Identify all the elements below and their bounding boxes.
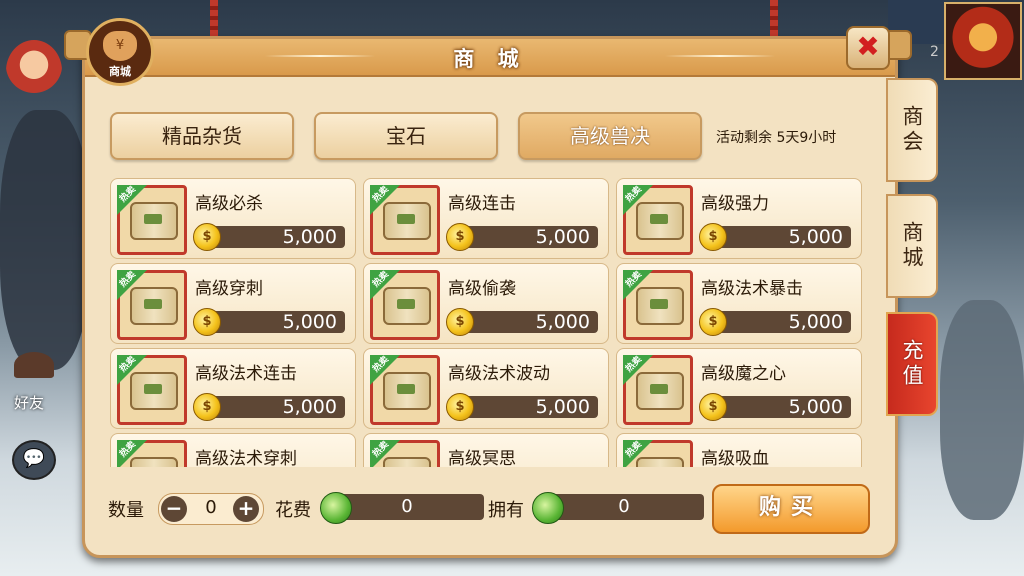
item-price: 5,000 [717, 311, 851, 333]
category-tab-skills[interactable]: 高级兽决 [518, 112, 702, 160]
money-bag-icon: ¥ [103, 31, 137, 61]
item-name: 高级法术穿刺 [195, 449, 297, 467]
item-grid[interactable]: 热卖 高级必杀 5,000 $ 热卖 高级连击 5,000 $ 热卖 高级强力 5,000 $ 热卖 高级… [110, 178, 864, 467]
status-number: 2 [930, 44, 939, 60]
skill-book-icon: 热卖 [623, 440, 693, 467]
shop-item-card[interactable]: 热卖 高级穿刺 5,000 $ [110, 263, 356, 344]
item-price: 5,000 [717, 396, 851, 418]
chat-icon[interactable]: 💬 [12, 440, 56, 480]
shop-emblem-icon: ¥ 商城 [86, 18, 154, 86]
fortune-god-icon[interactable] [6, 40, 62, 102]
gold-coin-icon: $ [699, 393, 727, 421]
jade-currency-icon [532, 492, 564, 524]
item-name: 高级连击 [448, 194, 516, 214]
close-button[interactable]: ✖ [846, 26, 890, 70]
item-price: 5,000 [464, 396, 598, 418]
item-name: 高级偷袭 [448, 279, 516, 299]
gold-coin-icon: $ [193, 308, 221, 336]
skill-book-icon: 热卖 [623, 185, 693, 255]
skill-book-icon: 热卖 [370, 355, 440, 425]
title-ornament [665, 55, 775, 57]
quantity-value[interactable]: 0 [193, 497, 229, 518]
item-name: 高级吸血 [701, 449, 769, 467]
gold-coin-icon: $ [446, 393, 474, 421]
emblem-label: 商城 [109, 65, 131, 78]
shop-item-card[interactable]: 热卖 高级法术波动 5,000 $ [363, 348, 609, 429]
friend-avatar-icon [14, 352, 54, 378]
item-name: 高级冥思 [448, 449, 516, 467]
jade-currency-icon [320, 492, 352, 524]
shop-item-card[interactable]: 热卖 高级必杀 5,000 $ [110, 178, 356, 259]
tab-recharge[interactable]: 充值 [886, 312, 938, 416]
shop-item-card[interactable]: 热卖 高级强力 5,000 $ [616, 178, 862, 259]
item-price: 5,000 [464, 311, 598, 333]
item-price: 5,000 [211, 396, 345, 418]
item-name: 高级法术暴击 [701, 279, 803, 299]
shop-item-card[interactable]: 热卖 高级法术暴击 5,000 $ [616, 263, 862, 344]
shop-item-card[interactable]: 热卖 高级魔之心 5,000 $ [616, 348, 862, 429]
shop-item-card[interactable]: 热卖 高级冥思 [363, 433, 609, 467]
friends-label: 好友 [14, 394, 45, 412]
shop-item-card[interactable]: 热卖 高级连击 5,000 $ [363, 178, 609, 259]
item-name: 高级法术波动 [448, 364, 550, 384]
hanging-rope [770, 0, 778, 40]
gold-coin-icon: $ [446, 308, 474, 336]
friends-button[interactable]: 好友 [6, 352, 62, 422]
item-price: 5,000 [211, 311, 345, 333]
skill-book-icon: 热卖 [623, 355, 693, 425]
plus-button[interactable]: + [233, 496, 259, 522]
page-title: 商 城 [453, 47, 527, 71]
skill-book-icon: 热卖 [370, 270, 440, 340]
tab-guild-shop[interactable]: 商会 [886, 78, 938, 182]
gold-coin-icon: $ [193, 223, 221, 251]
shop-item-card[interactable]: 热卖 高级吸血 [616, 433, 862, 467]
player-avatar[interactable] [944, 2, 1022, 80]
buy-button[interactable]: 购买 [712, 484, 870, 534]
item-name: 高级法术连击 [195, 364, 297, 384]
skill-book-icon: 热卖 [623, 270, 693, 340]
shop-item-card[interactable]: 热卖 高级法术穿刺 [110, 433, 356, 467]
event-remaining-time: 活动剩余 5天9小时 [716, 130, 837, 146]
item-price: 5,000 [211, 226, 345, 248]
shop-item-card[interactable]: 热卖 高级偷袭 5,000 $ [363, 263, 609, 344]
skill-book-icon: 热卖 [370, 440, 440, 467]
owned-label: 拥有 [488, 500, 524, 521]
title-bar: 商 城 [85, 39, 895, 77]
item-price: 5,000 [717, 226, 851, 248]
minus-button[interactable]: − [161, 496, 187, 522]
cost-value: 0 [330, 494, 484, 520]
background-scenery [940, 300, 1024, 520]
category-tab-general[interactable]: 精品杂货 [110, 112, 294, 160]
skill-book-icon: 热卖 [370, 185, 440, 255]
skill-book-icon: 热卖 [117, 355, 187, 425]
shop-item-card[interactable]: 热卖 高级法术连击 5,000 $ [110, 348, 356, 429]
owned-value: 0 [544, 494, 704, 520]
category-tab-gems[interactable]: 宝石 [314, 112, 498, 160]
item-name: 高级强力 [701, 194, 769, 214]
item-name: 高级魔之心 [701, 364, 786, 384]
gold-coin-icon: $ [193, 393, 221, 421]
quantity-label: 数量 [108, 500, 144, 521]
item-name: 高级穿刺 [195, 279, 263, 299]
gold-coin-icon: $ [446, 223, 474, 251]
skill-book-icon: 热卖 [117, 270, 187, 340]
skill-book-icon: 热卖 [117, 185, 187, 255]
background-scenery [0, 110, 90, 370]
gold-coin-icon: $ [699, 308, 727, 336]
item-price: 5,000 [464, 226, 598, 248]
gold-coin-icon: $ [699, 223, 727, 251]
cost-label: 花费 [275, 500, 311, 521]
item-name: 高级必杀 [195, 194, 263, 214]
tab-mall[interactable]: 商城 [886, 194, 938, 298]
quantity-stepper: − 0 + [158, 493, 264, 525]
hanging-rope [210, 0, 218, 40]
skill-book-icon: 热卖 [117, 440, 187, 467]
